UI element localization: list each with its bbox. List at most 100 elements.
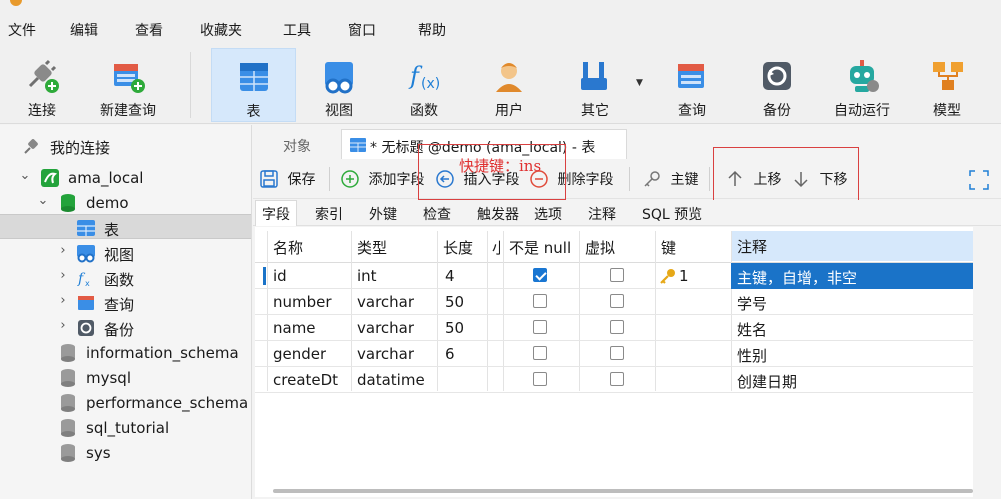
menu-favorites[interactable]: 收藏夹 bbox=[200, 20, 242, 40]
primary-key-button[interactable]: 主键 bbox=[642, 169, 698, 191]
field-name[interactable]: id bbox=[273, 263, 287, 289]
tree-item-queries[interactable]: › 查询 bbox=[0, 290, 251, 315]
tab-objects[interactable]: 对象 bbox=[253, 129, 341, 159]
col-header-comment[interactable]: 注释 bbox=[731, 231, 973, 261]
col-header-length[interactable]: 长度 bbox=[443, 233, 473, 259]
tab-indexes[interactable]: 索引 bbox=[315, 204, 343, 224]
field-comment[interactable]: 性别 bbox=[737, 341, 767, 367]
automation-tool-button[interactable]: 自动运行 bbox=[822, 48, 902, 122]
tree-database-sys[interactable]: sys bbox=[0, 440, 251, 465]
field-name[interactable]: gender bbox=[273, 341, 326, 367]
col-header-name[interactable]: 名称 bbox=[273, 233, 303, 259]
table-tool-button[interactable]: 表 bbox=[211, 48, 296, 122]
field-length[interactable]: 6 bbox=[445, 341, 455, 367]
field-type[interactable]: varchar bbox=[357, 341, 414, 367]
backup-tool-button[interactable]: 备份 bbox=[737, 48, 817, 122]
query-tool-button[interactable]: 查询 bbox=[652, 48, 732, 122]
database-label: demo bbox=[86, 194, 129, 212]
col-header-decimal[interactable]: 小 bbox=[492, 233, 500, 259]
chevron-down-icon[interactable]: ▼ bbox=[636, 78, 643, 88]
tree-database-performance-schema[interactable]: performance_schema bbox=[0, 390, 251, 415]
tree-item-views[interactable]: › 视图 bbox=[0, 240, 251, 265]
not-null-checkbox[interactable] bbox=[533, 372, 547, 386]
field-row-number[interactable]: number varchar 50 学号 bbox=[255, 289, 973, 315]
chevron-right-icon[interactable]: › bbox=[56, 268, 70, 283]
not-null-checkbox[interactable] bbox=[533, 346, 547, 360]
not-null-checkbox[interactable] bbox=[533, 294, 547, 308]
field-type[interactable]: varchar bbox=[357, 315, 414, 341]
chevron-right-icon[interactable]: › bbox=[56, 243, 70, 258]
field-length[interactable]: 50 bbox=[445, 315, 464, 341]
chevron-down-icon[interactable]: ⌄ bbox=[18, 168, 32, 183]
field-comment[interactable]: 姓名 bbox=[737, 315, 767, 341]
col-header-virtual[interactable]: 虚拟 bbox=[585, 233, 615, 259]
field-row-createdt[interactable]: createDt datatime 创建日期 bbox=[255, 367, 973, 393]
view-tool-button[interactable]: 视图 bbox=[299, 48, 379, 122]
tab-fields[interactable]: 字段 bbox=[255, 200, 297, 226]
tab-comments[interactable]: 注释 bbox=[588, 204, 616, 224]
menu-window[interactable]: 窗口 bbox=[348, 20, 376, 40]
tools-icon bbox=[581, 62, 607, 90]
new-query-button[interactable]: 新建查询 bbox=[88, 48, 168, 122]
menu-tools[interactable]: 工具 bbox=[283, 20, 311, 40]
chevron-right-icon[interactable]: › bbox=[56, 318, 70, 333]
expand-icon[interactable] bbox=[968, 169, 990, 191]
virtual-checkbox[interactable] bbox=[610, 320, 624, 334]
connect-button[interactable]: 连接 bbox=[4, 48, 80, 122]
save-button[interactable]: 保存 bbox=[259, 169, 315, 191]
tree-item-functions[interactable]: › f x 函数 bbox=[0, 265, 251, 290]
col-header-key[interactable]: 键 bbox=[661, 233, 676, 259]
menu-edit[interactable]: 编辑 bbox=[70, 20, 98, 40]
tree-database-mysql[interactable]: mysql bbox=[0, 365, 251, 390]
field-length[interactable]: 50 bbox=[445, 289, 464, 315]
field-name[interactable]: createDt bbox=[273, 367, 338, 393]
menu-view[interactable]: 查看 bbox=[135, 20, 163, 40]
field-row-name[interactable]: name varchar 50 姓名 bbox=[255, 315, 973, 341]
field-comment[interactable]: 学号 bbox=[737, 289, 767, 315]
virtual-checkbox[interactable] bbox=[610, 294, 624, 308]
tab-options[interactable]: 选项 bbox=[534, 204, 562, 224]
tree-root-my-connections[interactable]: 我的连接 bbox=[0, 133, 251, 158]
key-icon bbox=[660, 269, 675, 284]
chevron-right-icon[interactable]: › bbox=[56, 293, 70, 308]
horizontal-scrollbar[interactable] bbox=[273, 489, 973, 493]
field-name[interactable]: name bbox=[273, 315, 316, 341]
field-type[interactable]: datatime bbox=[357, 367, 425, 393]
chevron-down-icon[interactable]: ⌄ bbox=[36, 193, 50, 208]
tab-checks[interactable]: 检查 bbox=[423, 204, 451, 224]
field-comment[interactable]: 主键，自增，非空 bbox=[731, 263, 973, 289]
database-icon bbox=[61, 444, 75, 462]
not-null-checkbox[interactable] bbox=[533, 320, 547, 334]
tree-database-information-schema[interactable]: information_schema bbox=[0, 340, 251, 365]
field-row-gender[interactable]: gender varchar 6 性别 bbox=[255, 341, 973, 367]
field-length[interactable]: 4 bbox=[445, 263, 455, 289]
menu-file[interactable]: 文件 bbox=[8, 20, 36, 40]
tree-database-demo[interactable]: ⌄ demo bbox=[0, 190, 251, 215]
database-icon bbox=[61, 419, 75, 437]
tree-database-sql-tutorial[interactable]: sql_tutorial bbox=[0, 415, 251, 440]
tab-triggers[interactable]: 触发器 bbox=[477, 204, 519, 224]
add-field-button[interactable]: 添加字段 bbox=[340, 169, 424, 191]
field-comment[interactable]: 创建日期 bbox=[737, 367, 797, 393]
user-tool-button[interactable]: 用户 bbox=[469, 48, 549, 122]
tree-connection-ama-local[interactable]: ⌄ ama_local bbox=[0, 165, 251, 190]
tab-foreign-keys[interactable]: 外键 bbox=[369, 204, 397, 224]
virtual-checkbox[interactable] bbox=[610, 268, 624, 282]
col-header-not-null[interactable]: 不是 null bbox=[509, 233, 571, 259]
tab-sql-preview[interactable]: SQL 预览 bbox=[642, 204, 702, 224]
field-type[interactable]: int bbox=[357, 263, 377, 289]
field-row-id[interactable]: id int 4 1 主键，自增，非空 bbox=[255, 263, 973, 289]
menu-help[interactable]: 帮助 bbox=[418, 20, 446, 40]
field-type[interactable]: varchar bbox=[357, 289, 414, 315]
virtual-checkbox[interactable] bbox=[610, 372, 624, 386]
tree-item-views-label: 视图 bbox=[104, 246, 135, 264]
virtual-checkbox[interactable] bbox=[610, 346, 624, 360]
not-null-checkbox[interactable] bbox=[533, 268, 547, 282]
model-tool-button[interactable]: 模型 bbox=[907, 48, 987, 122]
field-name[interactable]: number bbox=[273, 289, 332, 315]
tree-item-backups[interactable]: › 备份 bbox=[0, 315, 251, 340]
others-tool-button[interactable]: 其它 ▼ bbox=[558, 48, 648, 122]
function-tool-button[interactable]: f (x) 函数 bbox=[384, 48, 464, 122]
col-header-type[interactable]: 类型 bbox=[357, 233, 387, 259]
tree-item-tables[interactable]: 表 bbox=[0, 214, 251, 239]
